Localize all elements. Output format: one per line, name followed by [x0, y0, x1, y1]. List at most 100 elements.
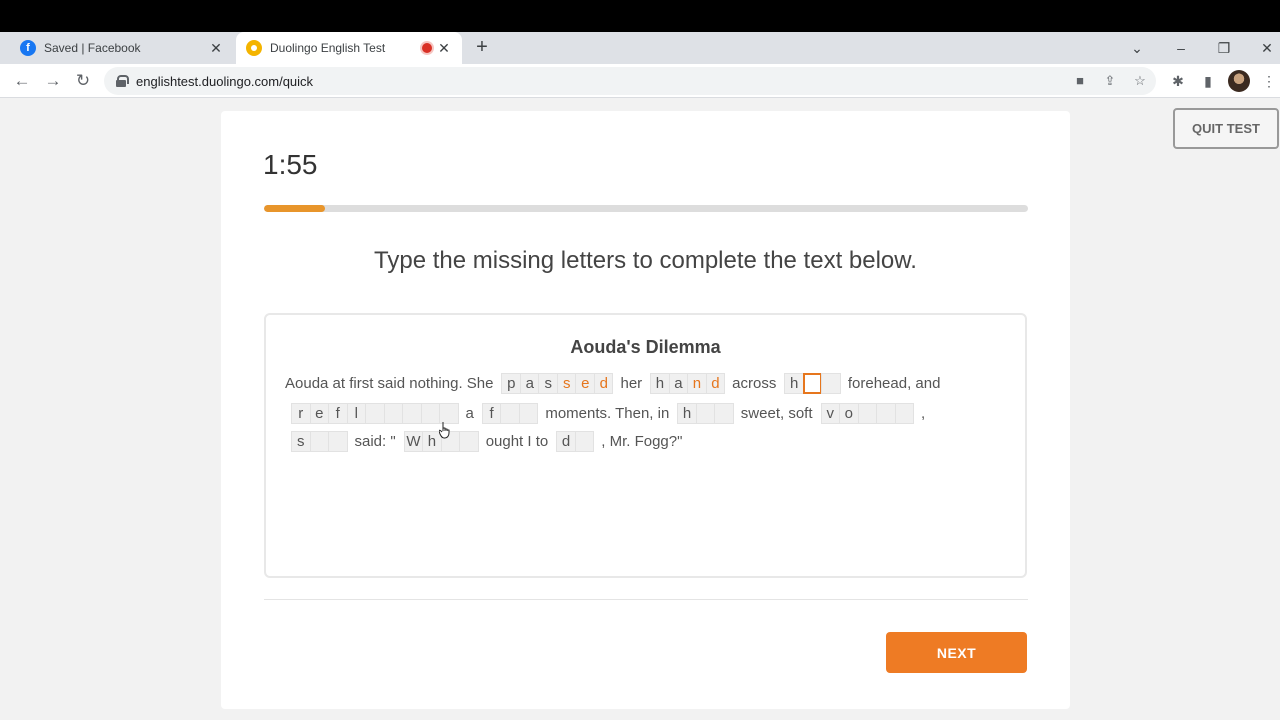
- question-prompt: Type the missing letters to complete the…: [374, 247, 917, 274]
- extensions-icon[interactable]: ✱: [1167, 70, 1189, 92]
- progress-bar: [264, 205, 1028, 212]
- share-icon[interactable]: ⇪: [1100, 71, 1120, 91]
- reload-button[interactable]: ↻: [72, 70, 94, 92]
- screen: f Saved | Facebook ✕ Duolingo English Te…: [0, 0, 1280, 720]
- letter-cell[interactable]: [365, 403, 385, 424]
- address-bar[interactable]: englishtest.duolingo.com/quick ■ ⇪ ☆: [104, 67, 1156, 95]
- letter-cell[interactable]: d: [556, 431, 576, 452]
- word-input-do[interactable]: d: [556, 431, 595, 452]
- letter-cell[interactable]: e: [575, 373, 595, 394]
- letter-cell[interactable]: [309, 431, 329, 452]
- progress-fill: [264, 205, 326, 212]
- letter-cell[interactable]: l: [346, 403, 366, 424]
- next-button[interactable]: NEXT: [886, 632, 1027, 673]
- minimize-button[interactable]: –: [1171, 38, 1191, 58]
- letter-cell[interactable]: f: [481, 403, 502, 424]
- tab-strip: f Saved | Facebook ✕ Duolingo English Te…: [0, 32, 1280, 64]
- tab-title: Duolingo English Test: [270, 41, 386, 55]
- tab-facebook[interactable]: f Saved | Facebook ✕: [12, 32, 234, 64]
- passage-text: ,: [921, 405, 926, 422]
- letter-cell[interactable]: [857, 403, 877, 424]
- word-input-hand[interactable]: hand: [650, 373, 726, 394]
- letter-cell[interactable]: h: [677, 403, 697, 424]
- word-input-few[interactable]: f: [481, 403, 539, 424]
- letter-cell[interactable]: a: [519, 373, 540, 394]
- lock-icon[interactable]: [116, 75, 129, 87]
- letter-cell[interactable]: [695, 403, 716, 424]
- restore-button[interactable]: ❐: [1214, 38, 1234, 58]
- passage-text: her: [620, 375, 643, 392]
- timer: 1:55: [263, 149, 318, 180]
- letter-cell[interactable]: [894, 403, 914, 424]
- letter-cell[interactable]: n: [687, 373, 707, 394]
- side-panel-icon[interactable]: ▮: [1197, 70, 1219, 92]
- page-viewport: 1:55 Type the missing letters to complet…: [0, 98, 1280, 720]
- letter-cell[interactable]: [500, 403, 520, 424]
- passage-text: , Mr. Fogg?": [601, 433, 683, 450]
- word-input-she[interactable]: s: [291, 431, 348, 452]
- letter-cell[interactable]: v: [820, 403, 840, 424]
- letter-cell[interactable]: [420, 403, 440, 424]
- window-close-button[interactable]: ✕: [1257, 38, 1277, 58]
- letter-cell[interactable]: s: [556, 373, 577, 394]
- letter-cell[interactable]: h: [784, 373, 804, 394]
- passage-text: a: [465, 405, 474, 422]
- letter-cell[interactable]: [574, 431, 595, 452]
- url-text[interactable]: englishtest.duolingo.com/quick: [136, 74, 313, 89]
- letter-cell[interactable]: [802, 373, 823, 394]
- back-button[interactable]: ←: [11, 70, 33, 92]
- passage-text: forehead, and: [847, 375, 941, 392]
- letter-cell[interactable]: p: [501, 373, 521, 394]
- word-input-reflected[interactable]: refl: [291, 403, 459, 424]
- letter-cell[interactable]: [402, 403, 422, 424]
- passage-box: Aouda's Dilemma Aouda at first said noth…: [264, 313, 1027, 578]
- word-input-her-2[interactable]: h: [677, 403, 734, 424]
- letter-cell[interactable]: [876, 403, 896, 424]
- divider: [264, 599, 1028, 600]
- close-tab-icon[interactable]: ✕: [436, 40, 452, 56]
- letter-cell[interactable]: [714, 403, 734, 424]
- passage-line-3: s said: " Wh ought I to d , Mr. Fogg?": [287, 431, 682, 452]
- word-input-voice[interactable]: vo: [820, 403, 914, 424]
- duolingo-icon: [246, 40, 262, 56]
- letter-cell[interactable]: d: [593, 373, 614, 394]
- letter-cell[interactable]: o: [839, 403, 859, 424]
- letter-cell[interactable]: [821, 373, 841, 394]
- tab-search-icon[interactable]: ⌄: [1127, 38, 1147, 58]
- letter-cell[interactable]: d: [705, 373, 726, 394]
- letter-cell[interactable]: f: [328, 403, 348, 424]
- letter-cell[interactable]: s: [291, 431, 311, 452]
- letter-cell[interactable]: [518, 403, 539, 424]
- quit-test-button[interactable]: QUIT TEST: [1173, 108, 1279, 149]
- letter-cell[interactable]: W: [403, 431, 424, 452]
- letter-cell[interactable]: h: [650, 373, 670, 394]
- letter-cell[interactable]: s: [538, 373, 558, 394]
- letter-cell[interactable]: [328, 431, 348, 452]
- passage-text: ought I to: [485, 433, 549, 450]
- recording-icon: [422, 43, 432, 53]
- camera-icon[interactable]: ■: [1070, 71, 1090, 91]
- profile-avatar[interactable]: [1228, 70, 1250, 92]
- browser-toolbar: ← → ↻ englishtest.duolingo.com/quick ■ ⇪…: [0, 64, 1280, 98]
- letter-cell[interactable]: [383, 403, 403, 424]
- close-tab-icon[interactable]: ✕: [208, 40, 224, 56]
- letter-cell[interactable]: e: [309, 403, 329, 424]
- new-tab-button[interactable]: +: [472, 37, 492, 58]
- passage-line-2: refl a f moments. Then, in h sweet, soft…: [287, 403, 925, 424]
- menu-icon[interactable]: ⋮: [1258, 70, 1280, 92]
- tab-duolingo[interactable]: Duolingo English Test ✕: [236, 32, 462, 64]
- hand-cursor-icon: [439, 422, 450, 439]
- word-input-passed[interactable]: passed: [501, 373, 614, 394]
- passage-text: moments. Then, in: [545, 405, 670, 422]
- word-input-her[interactable]: h: [784, 373, 841, 394]
- letter-cell[interactable]: [459, 431, 479, 452]
- passage-text: said: ": [354, 433, 396, 450]
- passage-title: Aouda's Dilemma: [570, 337, 721, 357]
- letter-cell[interactable]: a: [668, 373, 689, 394]
- letter-cell[interactable]: r: [291, 403, 311, 424]
- passage-text: across: [732, 375, 777, 392]
- passage-text: Aouda at first said nothing. She: [285, 375, 494, 392]
- tab-title: Saved | Facebook: [44, 41, 141, 55]
- bookmark-star-icon[interactable]: ☆: [1130, 71, 1150, 91]
- forward-button[interactable]: →: [42, 70, 64, 92]
